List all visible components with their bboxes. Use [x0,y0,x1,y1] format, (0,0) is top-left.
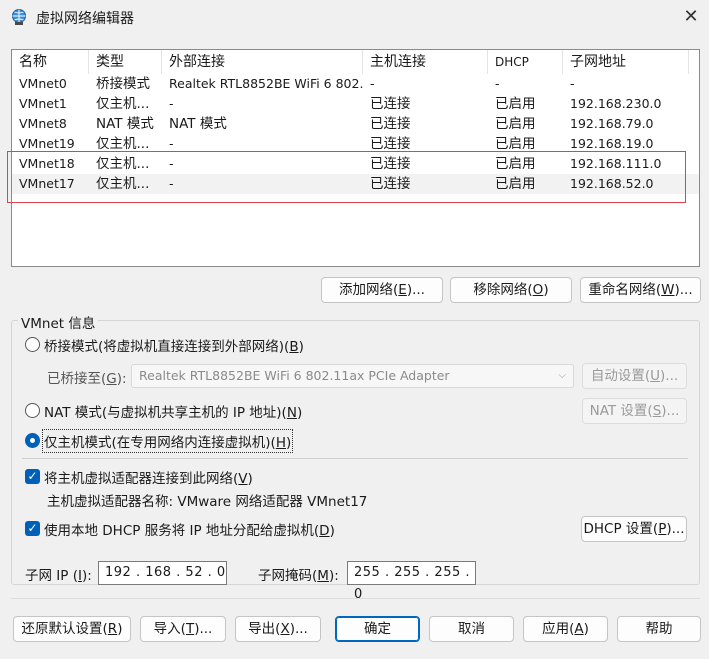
network-table[interactable]: 名称 类型 外部连接 主机连接 DHCP 子网地址 VMnet0 桥接模式 Re… [11,49,700,267]
col-external-header[interactable]: 外部连接 [162,50,363,74]
table-row[interactable]: VMnet18 仅主机... - 已连接 已启用 192.168.111.0 [12,154,699,174]
restore-defaults-button[interactable]: 还原默认设置(R) [13,616,131,642]
auto-settings-button[interactable]: 自动设置(U)... [582,363,687,389]
window-title: 虚拟网络编辑器 [36,11,134,27]
apply-button[interactable]: 应用(A) [523,616,608,642]
table-row[interactable]: VMnet19 仅主机... - 已连接 已启用 192.168.19.0 [12,134,699,154]
bridged-adapter-select[interactable]: Realtek RTL8852BE WiFi 6 802.11ax PCIe A… [131,364,574,388]
bridge-mode-radio[interactable] [25,337,40,352]
use-dhcp-checkbox[interactable]: ✓ [25,521,40,536]
subnet-ip-label: 子网 IP (I): [25,568,92,584]
table-row-selected[interactable]: VMnet17 仅主机... - 已连接 已启用 192.168.52.0 [12,174,699,194]
divider [22,458,688,459]
use-dhcp-label[interactable]: 使用本地 DHCP 服务将 IP 地址分配给虚拟机(D) [44,519,335,539]
adapter-name-label: 主机虚拟适配器名称: VMware 网络适配器 VMnet17 [47,494,368,510]
nat-mode-radio[interactable] [25,403,40,418]
col-host-header[interactable]: 主机连接 [363,50,488,74]
host-only-mode-label[interactable]: 仅主机模式(在专用网络内连接虚拟机)(H) [41,429,294,453]
chevron-down-icon: ⌵ [558,370,566,381]
table-row[interactable]: VMnet8 NAT 模式 NAT 模式 已连接 已启用 192.168.79.… [12,114,699,134]
col-name-header[interactable]: 名称 [12,50,89,74]
import-button[interactable]: 导入(T)... [140,616,226,642]
col-dhcp-header[interactable]: DHCP [488,50,563,74]
subnet-mask-label: 子网掩码(M): [258,568,339,584]
rename-network-button[interactable]: 重命名网络(W)... [580,277,701,303]
bridged-to-label: 已桥接至(G): [47,371,127,387]
nat-settings-button[interactable]: NAT 设置(S)... [582,398,687,424]
host-only-mode-radio[interactable] [25,433,40,448]
add-network-button[interactable]: 添加网络(E)... [321,277,443,303]
table-header: 名称 类型 外部连接 主机连接 DHCP 子网地址 [12,50,699,74]
vmnet-info-group [11,320,700,585]
col-type-header[interactable]: 类型 [89,50,162,74]
col-subnet-header[interactable]: 子网地址 [563,50,689,74]
remove-network-button[interactable]: 移除网络(O) [450,277,572,303]
subnet-ip-input[interactable]: 192 . 168 . 52 . 0 [98,561,227,585]
table-row[interactable]: VMnet1 仅主机... - 已连接 已启用 192.168.230.0 [12,94,699,114]
connect-adapter-label[interactable]: 将主机虚拟适配器连接到此网络(V) [44,467,253,487]
vmnet-info-label: VMnet 信息 [18,312,99,332]
export-button[interactable]: 导出(X)... [235,616,321,642]
network-globe-icon [12,9,26,25]
footer-divider [11,598,700,599]
help-button[interactable]: 帮助 [617,616,701,642]
close-button[interactable]: ✕ [678,4,704,30]
cancel-button[interactable]: 取消 [429,616,514,642]
connect-adapter-checkbox[interactable]: ✓ [25,469,40,484]
title-bar: 虚拟网络编辑器 ✕ [0,0,709,34]
table-row[interactable]: VMnet0 桥接模式 Realtek RTL8852BE WiFi 6 802… [12,74,699,94]
subnet-mask-input[interactable]: 255 . 255 . 255 . 0 [347,561,476,602]
ok-button[interactable]: 确定 [335,616,420,642]
bridge-mode-label[interactable]: 桥接模式(将虚拟机直接连接到外部网络)(B) [44,335,304,355]
dhcp-settings-button[interactable]: DHCP 设置(P)... [581,516,687,542]
nat-mode-label[interactable]: NAT 模式(与虚拟机共享主机的 IP 地址)(N) [44,401,302,421]
